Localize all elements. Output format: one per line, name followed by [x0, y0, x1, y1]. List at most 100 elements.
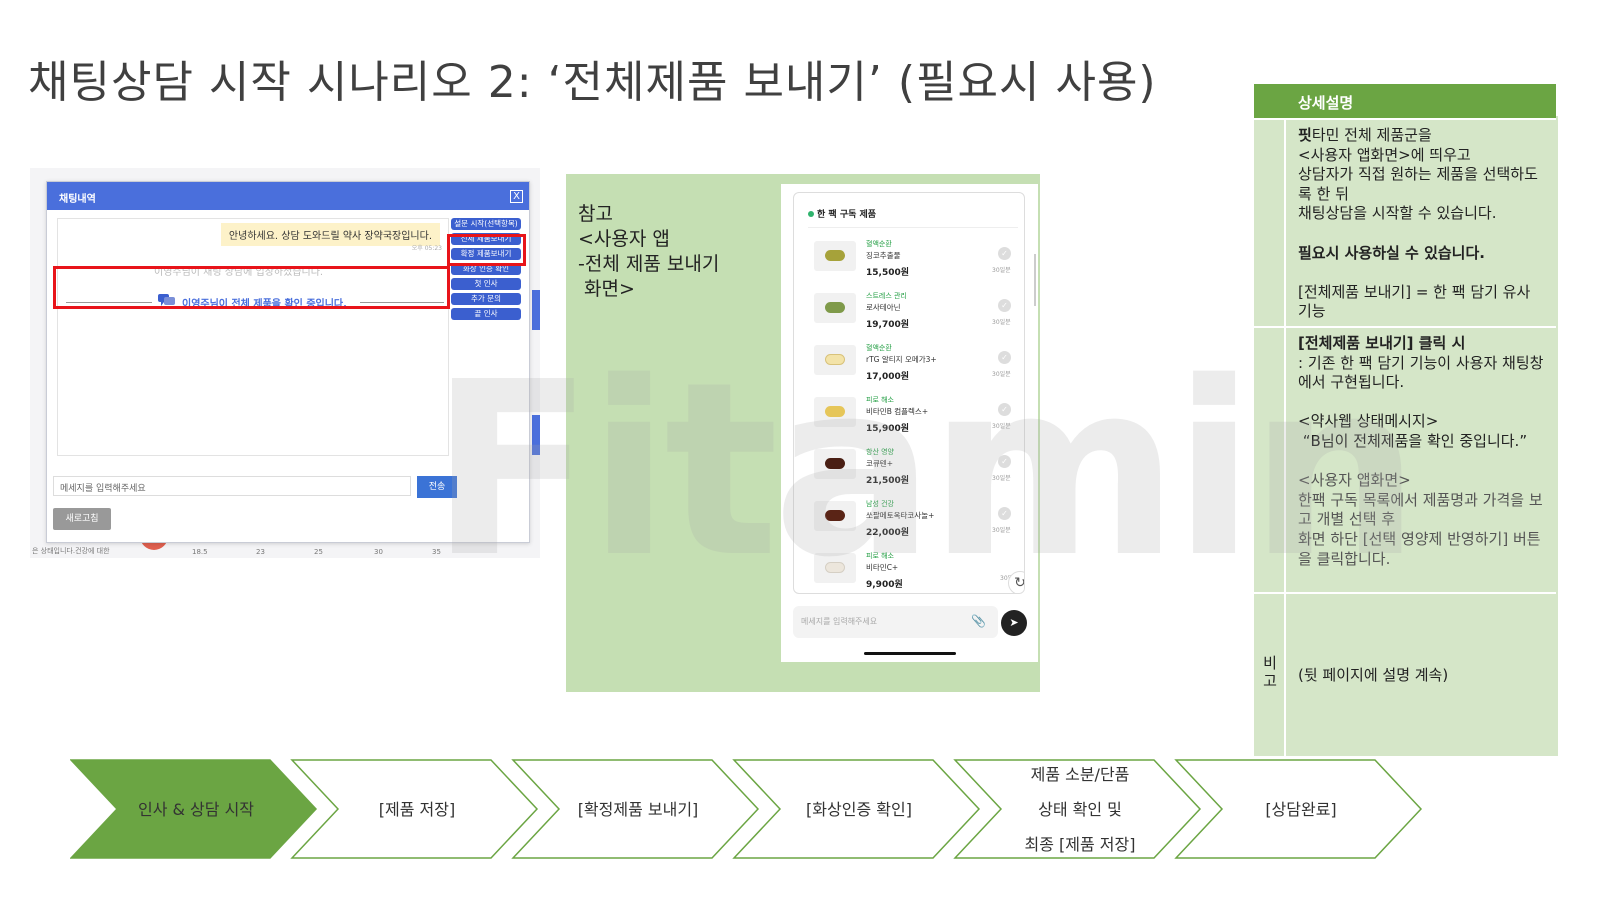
description-header-title: 상세설명	[1298, 94, 1354, 112]
product-category: 혈액순환	[866, 344, 892, 352]
product-item[interactable]: 혈액순환 rTG 알티지 오메가3+ 17,000원 ✓ 30일분	[804, 343, 1024, 395]
description-text: [전체제품 보내기] 클릭 시 : 기존 한 팩 담기 기능이 사용자 채팅창에…	[1298, 334, 1548, 569]
pill-icon	[825, 250, 845, 261]
product-item[interactable]: 항산 영양 코큐텐+ 21,500원 ✓ 30일분	[804, 447, 1024, 499]
check-icon[interactable]: ✓	[998, 455, 1011, 468]
product-category: 혈액순환	[866, 240, 892, 248]
pill-icon	[825, 510, 845, 521]
paperclip-icon[interactable]: 📎	[971, 614, 986, 628]
table-edge	[1556, 116, 1566, 756]
notes-text: (뒷 페이지에 설명 계속)	[1298, 666, 1449, 684]
product-category: 피로 해소	[866, 396, 894, 404]
product-days: 30일분	[992, 319, 1011, 326]
chat-message-area: 안녕하세요. 상담 도와드릴 약사 장약국장입니다. 오후 05:23 이영주님…	[57, 218, 449, 456]
step-label: 인사 & 상담 시작	[137, 799, 255, 819]
product-image	[814, 293, 856, 323]
section-title-text: 한 팩 구독 제품	[817, 210, 877, 220]
refresh-button[interactable]: 새로고침	[53, 508, 111, 530]
chat-window-header: 채팅내역	[47, 182, 529, 210]
process-step-video-verify: [화상인증 확인]	[773, 759, 945, 859]
pill-icon	[825, 406, 845, 417]
product-list-card: 한 팩 구독 제품 혈액순환 징코추출물 15,500원 ✓ 30일분 스트레스…	[793, 192, 1025, 594]
product-image	[814, 345, 856, 375]
product-item[interactable]: 혈액순환 징코추출물 15,500원 ✓ 30일분	[804, 239, 1024, 291]
section-title: 한 팩 구독 제품	[808, 207, 876, 220]
product-days: 30일분	[992, 475, 1011, 482]
product-days: 30일분	[992, 267, 1011, 274]
product-item[interactable]: 피로 해소 비타민C+ 9,900원 30일분	[804, 551, 1024, 593]
product-item[interactable]: 남성 건강 쏘팔메토옥타코사놀+ 22,000원 ✓ 30일분	[804, 499, 1024, 551]
product-price: 17,000원	[866, 372, 910, 382]
reference-line: <사용자 앱	[578, 228, 670, 250]
highlight-box-send-all-button	[447, 234, 526, 266]
description-header: 상세설명	[1254, 84, 1556, 118]
check-icon[interactable]: ✓	[998, 299, 1011, 312]
description-row-notes: 비고 (뒷 페이지에 설명 계속)	[1254, 594, 1556, 756]
description-table: 상세설명 핏타민 전체 제품군을 <사용자 앱화면>에 띄우고 상담자가 직접 …	[1254, 84, 1556, 756]
scrollbar[interactable]	[1034, 254, 1036, 306]
home-indicator	[864, 652, 956, 655]
product-days: 30일분	[992, 423, 1011, 430]
description-text: 핏타민 전체 제품군을 <사용자 앱화면>에 띄우고 상담자가 직접 원하는 제…	[1298, 126, 1548, 322]
check-icon[interactable]: ✓	[998, 403, 1011, 416]
product-category: 남성 건강	[866, 500, 894, 508]
pharmacist-greeting-message: 안녕하세요. 상담 도와드릴 약사 장약국장입니다.	[220, 223, 440, 246]
reference-line: -전체 제품 보내기	[578, 253, 720, 275]
step-label: [확정제품 보내기]	[577, 799, 699, 819]
chat-window-title: 채팅내역	[59, 194, 96, 205]
product-days: 30일분	[992, 527, 1011, 534]
product-price: 15,500원	[866, 268, 910, 278]
refresh-icon[interactable]: ↻	[1008, 571, 1024, 593]
user-app-text: <사용자 앱화면> 한팩 구독 목록에서 제품명과 가격을 보고 개별 선택 후…	[1298, 471, 1543, 568]
message-timestamp: 오후 05:23	[411, 245, 442, 252]
check-icon[interactable]: ✓	[998, 351, 1011, 364]
product-name: 비타민C+	[866, 563, 899, 572]
check-icon[interactable]: ✓	[998, 247, 1011, 260]
process-step-save-products: [제품 저장]	[331, 759, 503, 859]
axis-tick: 23	[256, 548, 265, 556]
background-blue-tab	[532, 415, 540, 455]
step-label: [상담완료]	[1265, 799, 1337, 819]
product-item[interactable]: 스트레스 관리 로사테아닌 19,700원 ✓ 30일분	[804, 291, 1024, 343]
leaf-icon	[808, 211, 814, 217]
send-button[interactable]: 전송	[417, 476, 457, 498]
product-price: 22,000원	[866, 528, 910, 538]
process-step-greeting: 인사 & 상담 시작	[110, 759, 282, 859]
product-image	[814, 501, 856, 531]
product-name: 징코추출물	[866, 251, 901, 260]
optional-use-note: 필요시 사용하실 수 있습니다.	[1298, 243, 1485, 262]
axis-tick: 25	[314, 548, 323, 556]
product-category: 항산 영양	[866, 448, 894, 456]
reference-line: 참고	[578, 203, 613, 225]
product-image	[814, 553, 856, 583]
additional-inquiry-button[interactable]: 추가 문의	[451, 293, 521, 305]
user-app-phone-screen: 한 팩 구독 제품 혈액순환 징코추출물 15,500원 ✓ 30일분 스트레스…	[781, 184, 1038, 662]
pill-icon	[825, 302, 845, 313]
closing-greeting-button[interactable]: 끝 인사	[451, 308, 521, 320]
check-icon[interactable]: ✓	[998, 507, 1011, 520]
background-caption: 은 상태입니다.건강에 대한	[32, 547, 110, 555]
send-arrow-icon[interactable]: ➤	[1001, 610, 1027, 636]
axis-tick: 35	[432, 548, 441, 556]
process-step-send-confirmed: [확정제품 보내기]	[552, 759, 724, 859]
step-label: 최종 [제품 저장]	[1024, 834, 1136, 854]
first-greeting-button[interactable]: 첫 인사	[451, 278, 521, 290]
message-input[interactable]: 메세지를 입력해주세요	[53, 476, 411, 496]
overview-text: 타민 전체 제품군을 <사용자 앱화면>에 띄우고 상담자가 직접 원하는 제품…	[1298, 126, 1538, 223]
click-behavior-text: : 기존 한 팩 담기 기능이 사용자 채팅창에서 구현됩니다. <약사웹 상태…	[1298, 353, 1544, 450]
step-label: [제품 저장]	[378, 799, 456, 819]
close-icon[interactable]: X	[510, 190, 523, 203]
product-price: 9,900원	[866, 580, 903, 590]
pill-icon	[825, 354, 845, 365]
product-image	[814, 241, 856, 271]
reference-panel: 참고 <사용자 앱 -전체 제품 보내기 화면> 한 팩 구독 제품 혈액순환 …	[566, 174, 1040, 692]
row-label-cell: 비고	[1254, 594, 1286, 756]
row-label-cell	[1254, 328, 1286, 592]
reference-line: 화면>	[578, 278, 635, 300]
phone-message-input[interactable]: 메세지를 입력해주세요	[793, 606, 998, 638]
description-row-overview: 핏타민 전체 제품군을 <사용자 앱화면>에 띄우고 상담자가 직접 원하는 제…	[1254, 120, 1556, 326]
row-label-cell	[1254, 120, 1286, 326]
survey-start-button[interactable]: 설문 시작(선택항목)	[451, 218, 521, 230]
product-item[interactable]: 피로 해소 비타민B 컴플렉스+ 15,900원 ✓ 30일분	[804, 395, 1024, 447]
pill-icon	[825, 458, 845, 469]
